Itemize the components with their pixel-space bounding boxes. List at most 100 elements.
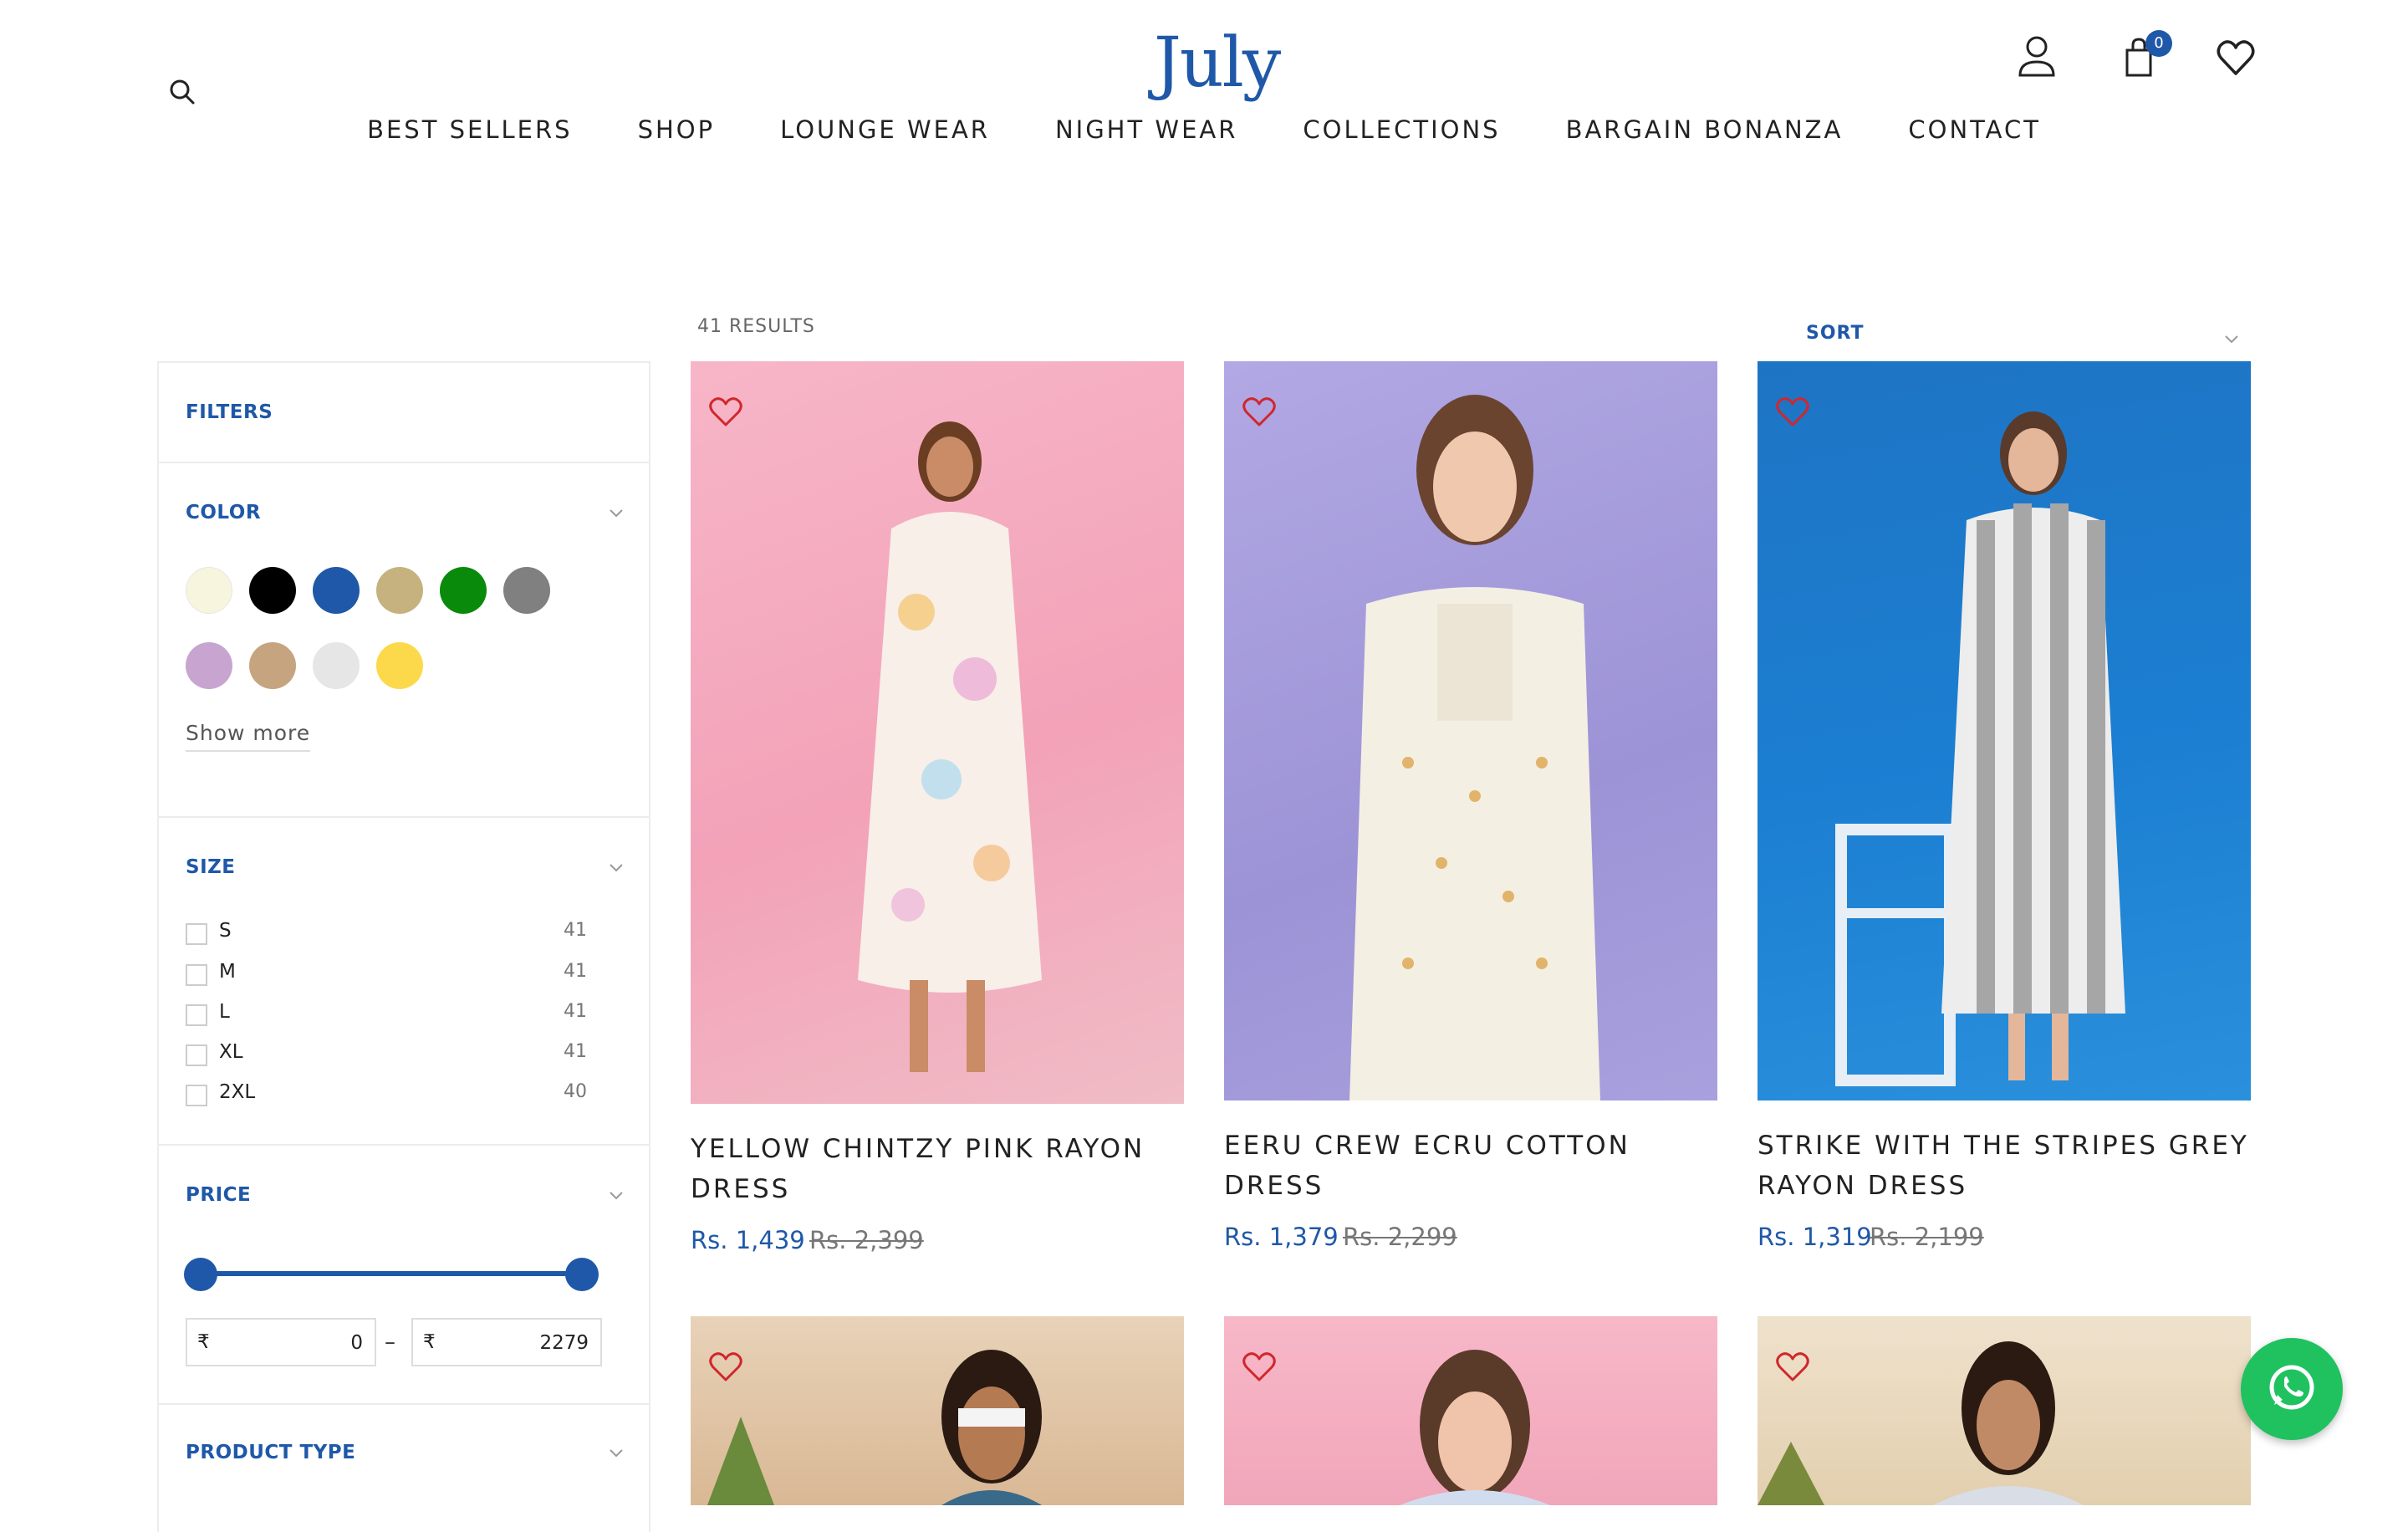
size-count: 41	[564, 1041, 587, 1062]
size-option[interactable]: S 41	[186, 920, 604, 945]
product-price: Rs. 1,379	[1224, 1223, 1339, 1251]
price-min-value: 0	[350, 1332, 363, 1354]
color-swatch[interactable]	[186, 642, 232, 689]
main-navigation: BEST SELLERS SHOP LOUNGE WEAR NIGHT WEAR…	[0, 115, 2408, 144]
product-type-filter-title[interactable]: PRODUCT TYPE	[186, 1442, 355, 1463]
color-swatch[interactable]	[376, 567, 423, 614]
wishlist-heart-icon[interactable]	[707, 395, 744, 428]
color-swatch[interactable]	[249, 567, 296, 614]
price-slider-max-handle[interactable]	[565, 1258, 599, 1291]
results-count: 41 RESULTS	[697, 316, 815, 337]
product-title[interactable]: STRIKE WITH THE STRIPES GREY RAYON DRESS	[1758, 1126, 2259, 1206]
color-swatch[interactable]	[313, 642, 360, 689]
color-filter-title[interactable]: COLOR	[186, 502, 261, 523]
search-icon[interactable]	[167, 77, 197, 107]
size-option[interactable]: XL 41	[186, 1041, 604, 1066]
model-figure-image	[707, 1350, 1042, 1505]
wishlist-heart-icon[interactable]	[1774, 1350, 1811, 1383]
size-name: L	[219, 1001, 230, 1023]
nav-bargain-bonanza[interactable]: BARGAIN BONANZA	[1566, 115, 1844, 144]
color-swatch[interactable]	[503, 567, 550, 614]
chevron-down-icon[interactable]	[607, 503, 625, 522]
product-title[interactable]: EERU CREW ECRU COTTON DRESS	[1224, 1126, 1726, 1206]
chevron-down-icon[interactable]	[607, 1186, 625, 1204]
size-count: 41	[564, 920, 587, 941]
model-figure-image	[1835, 411, 2125, 1086]
size-count: 41	[564, 1001, 587, 1022]
price-separator: –	[385, 1330, 395, 1355]
wishlist-heart-icon[interactable]	[2214, 32, 2258, 82]
product-image[interactable]	[1758, 1316, 2251, 1505]
product-price: Rs. 1,439	[691, 1226, 805, 1254]
color-swatch[interactable]	[249, 642, 296, 689]
nav-lounge-wear[interactable]: LOUNGE WEAR	[780, 115, 990, 144]
chevron-down-icon[interactable]	[607, 858, 625, 876]
size-filter: SIZE S 41 M 41 L 41 XL 41 2XL 40	[159, 818, 649, 1146]
size-option[interactable]: L 41	[186, 1001, 604, 1026]
product-old-price: Rs. 2,399	[809, 1226, 924, 1254]
filters-header: FILTERS	[159, 363, 649, 463]
wishlist-heart-icon[interactable]	[1774, 395, 1811, 428]
product-title-line: EERU CREW ECRU COTTON	[1224, 1131, 1630, 1161]
product-title[interactable]: YELLOW CHINTZY PINK RAYON DRESS	[691, 1129, 1192, 1209]
product-image[interactable]	[1224, 361, 1717, 1100]
whatsapp-icon	[2269, 1365, 2314, 1410]
size-name: XL	[219, 1041, 243, 1063]
size-name: S	[219, 920, 232, 942]
product-image[interactable]	[691, 1316, 1184, 1505]
product-title-line: RAYON DRESS	[1758, 1171, 1968, 1201]
show-more-colors-link[interactable]: Show more	[186, 721, 311, 752]
price-filter: PRICE ₹ 0 – ₹ 2279	[159, 1146, 649, 1405]
whatsapp-chat-button[interactable]	[2241, 1338, 2343, 1440]
product-image[interactable]	[1758, 361, 2251, 1100]
user-icon[interactable]	[2015, 32, 2059, 82]
wishlist-heart-icon[interactable]	[1241, 395, 1278, 428]
sort-dropdown[interactable]: SORT	[1806, 323, 2241, 353]
size-name: 2XL	[219, 1081, 256, 1103]
size-option[interactable]: 2XL 40	[186, 1081, 604, 1106]
wishlist-heart-icon[interactable]	[1241, 1350, 1278, 1383]
product-image[interactable]	[691, 361, 1184, 1104]
brand-logo[interactable]: July	[1154, 22, 1281, 105]
price-slider-min-handle[interactable]	[184, 1258, 217, 1291]
currency-symbol: ₹	[197, 1331, 210, 1353]
size-checkbox[interactable]	[186, 1085, 207, 1106]
price-slider-track[interactable]	[202, 1271, 582, 1276]
size-name: M	[219, 961, 236, 983]
sort-label: SORT	[1806, 323, 1865, 344]
size-filter-title[interactable]: SIZE	[186, 856, 236, 878]
price-filter-title[interactable]: PRICE	[186, 1184, 251, 1206]
size-checkbox[interactable]	[186, 964, 207, 986]
size-count: 41	[564, 961, 587, 982]
size-checkbox[interactable]	[186, 1044, 207, 1066]
nav-best-sellers[interactable]: BEST SELLERS	[367, 115, 573, 144]
model-figure-image	[1349, 395, 1600, 1100]
product-title-line: DRESS	[691, 1174, 791, 1204]
chevron-down-icon[interactable]	[607, 1443, 625, 1462]
color-swatch[interactable]	[313, 567, 360, 614]
product-title-line: STRIKE WITH THE STRIPES GREY	[1758, 1131, 2249, 1161]
product-title-line: DRESS	[1224, 1171, 1324, 1201]
model-figure-image	[1758, 1341, 2084, 1505]
cart-count-badge: 0	[2145, 30, 2172, 57]
color-swatch[interactable]	[376, 642, 423, 689]
product-price: Rs. 1,319	[1758, 1223, 1872, 1251]
filters-sidebar: FILTERS COLOR Show more SIZE S 41 M 41 L…	[157, 361, 650, 1532]
size-option[interactable]: M 41	[186, 961, 604, 986]
nav-shop[interactable]: SHOP	[638, 115, 716, 144]
price-min-input[interactable]: ₹ 0	[186, 1318, 376, 1366]
nav-collections[interactable]: COLLECTIONS	[1303, 115, 1500, 144]
wishlist-heart-icon[interactable]	[707, 1350, 744, 1383]
product-title-line: YELLOW CHINTZY PINK RAYON	[691, 1134, 1145, 1164]
product-old-price: Rs. 2,199	[1870, 1223, 1984, 1251]
nav-night-wear[interactable]: NIGHT WEAR	[1055, 115, 1237, 144]
price-max-input[interactable]: ₹ 2279	[411, 1318, 602, 1366]
nav-contact[interactable]: CONTACT	[1908, 115, 2041, 144]
currency-symbol: ₹	[423, 1331, 436, 1353]
size-checkbox[interactable]	[186, 1004, 207, 1026]
filters-title: FILTERS	[186, 401, 273, 423]
size-checkbox[interactable]	[186, 923, 207, 945]
color-swatch[interactable]	[440, 567, 487, 614]
product-image[interactable]	[1224, 1316, 1717, 1505]
color-swatch[interactable]	[186, 567, 232, 614]
